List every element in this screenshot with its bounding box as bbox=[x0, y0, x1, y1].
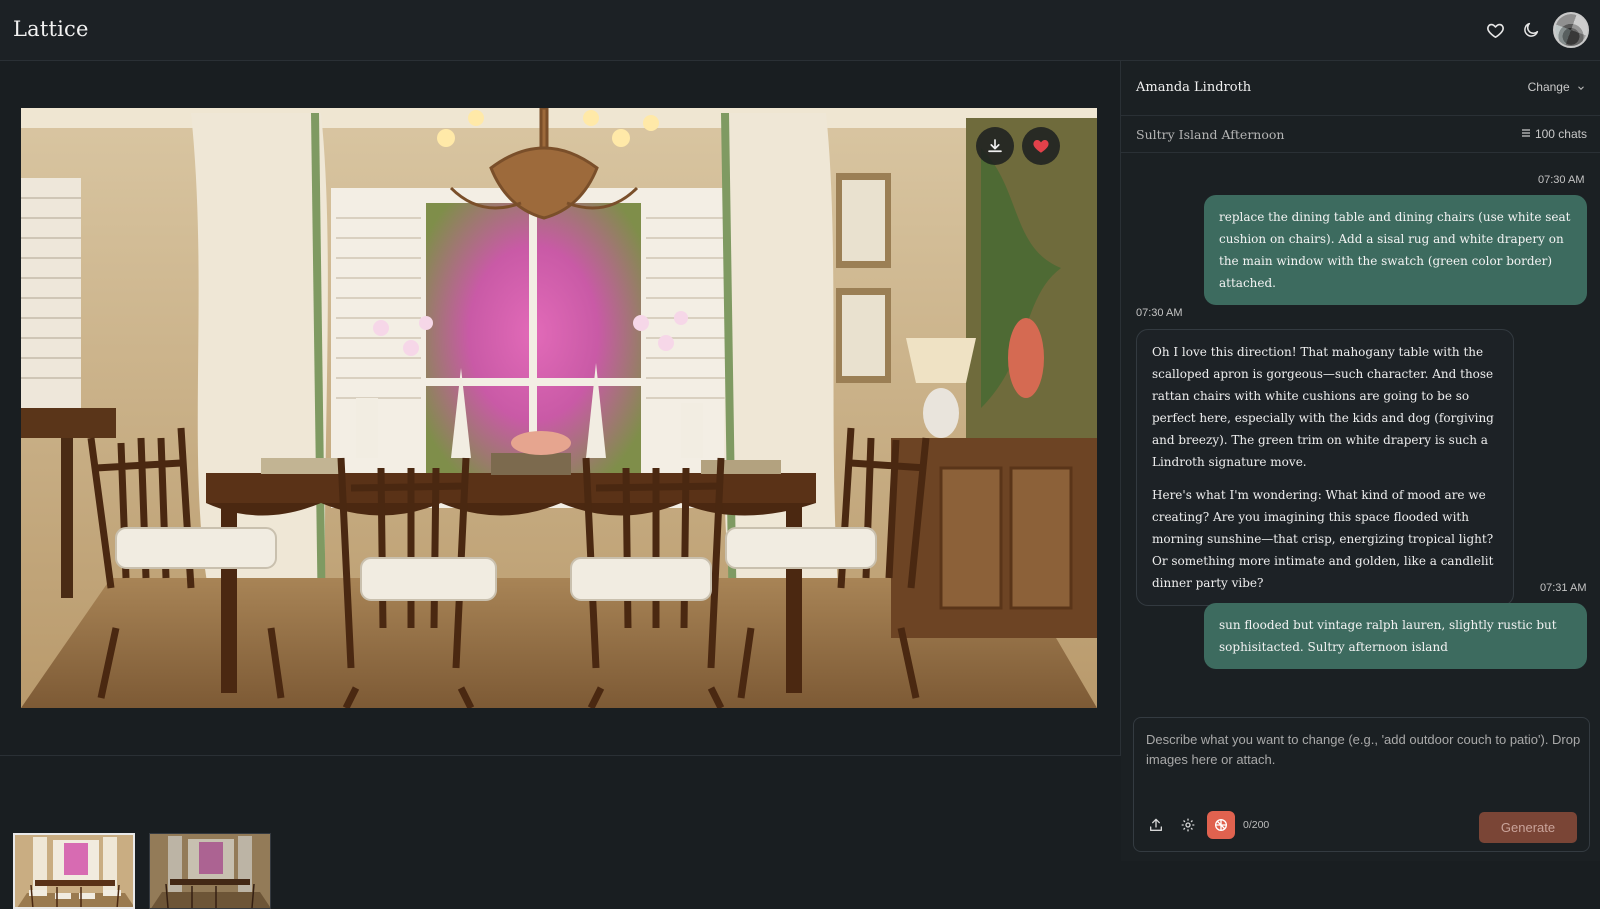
designer-name: Amanda Lindroth bbox=[1136, 80, 1252, 95]
ai-model-icon[interactable] bbox=[1207, 811, 1235, 839]
change-label: Change bbox=[1527, 80, 1570, 94]
generate-button[interactable]: Generate bbox=[1479, 812, 1577, 843]
thumbnail-1[interactable] bbox=[13, 833, 135, 909]
chat-title: Sultry Island Afternoon bbox=[1136, 127, 1285, 142]
user-message: replace the dining table and dining chai… bbox=[1204, 195, 1587, 305]
assistant-paragraph: Here's what I'm wondering: What kind of … bbox=[1152, 488, 1494, 590]
character-counter: 0/200 bbox=[1243, 819, 1270, 831]
message-timestamp: 07:30 AM bbox=[1538, 174, 1585, 186]
thumbnail-2[interactable] bbox=[149, 833, 271, 909]
app-logo[interactable]: Lattice bbox=[13, 17, 89, 41]
heart-filled-icon[interactable] bbox=[1022, 127, 1060, 165]
chat-list-button[interactable]: 100 chats bbox=[1520, 127, 1587, 141]
download-icon[interactable] bbox=[976, 127, 1014, 165]
prompt-input[interactable] bbox=[1146, 730, 1581, 790]
assistant-paragraph: Oh I love this direction! That mahogany … bbox=[1152, 345, 1494, 469]
chevron-down-icon bbox=[1578, 86, 1584, 90]
upload-icon[interactable] bbox=[1144, 813, 1168, 837]
generated-room-image bbox=[21, 108, 1097, 708]
chat-panel: Amanda Lindroth Change Sultry Island Aft… bbox=[1121, 61, 1600, 861]
designer-row: Amanda Lindroth Change bbox=[1121, 61, 1600, 116]
prompt-composer: 0/200 Generate bbox=[1133, 717, 1590, 852]
message-timestamp: 07:30 AM bbox=[1136, 307, 1183, 319]
chats-count: 100 chats bbox=[1534, 127, 1587, 141]
heart-icon[interactable] bbox=[1483, 18, 1507, 42]
settings-gear-icon[interactable] bbox=[1176, 813, 1200, 837]
message-timestamp: 07:31 AM bbox=[1540, 582, 1587, 594]
change-designer-button[interactable]: Change bbox=[1528, 80, 1586, 94]
moon-icon[interactable] bbox=[1519, 18, 1543, 42]
image-workspace bbox=[0, 61, 1121, 909]
chat-header: Sultry Island Afternoon 100 chats bbox=[1121, 116, 1600, 153]
assistant-message: Oh I love this direction! That mahogany … bbox=[1136, 329, 1514, 606]
user-avatar[interactable] bbox=[1553, 12, 1589, 48]
user-message: sun flooded but vintage ralph lauren, sl… bbox=[1204, 603, 1587, 669]
list-icon bbox=[1521, 129, 1530, 137]
top-bar: Lattice bbox=[0, 0, 1600, 61]
